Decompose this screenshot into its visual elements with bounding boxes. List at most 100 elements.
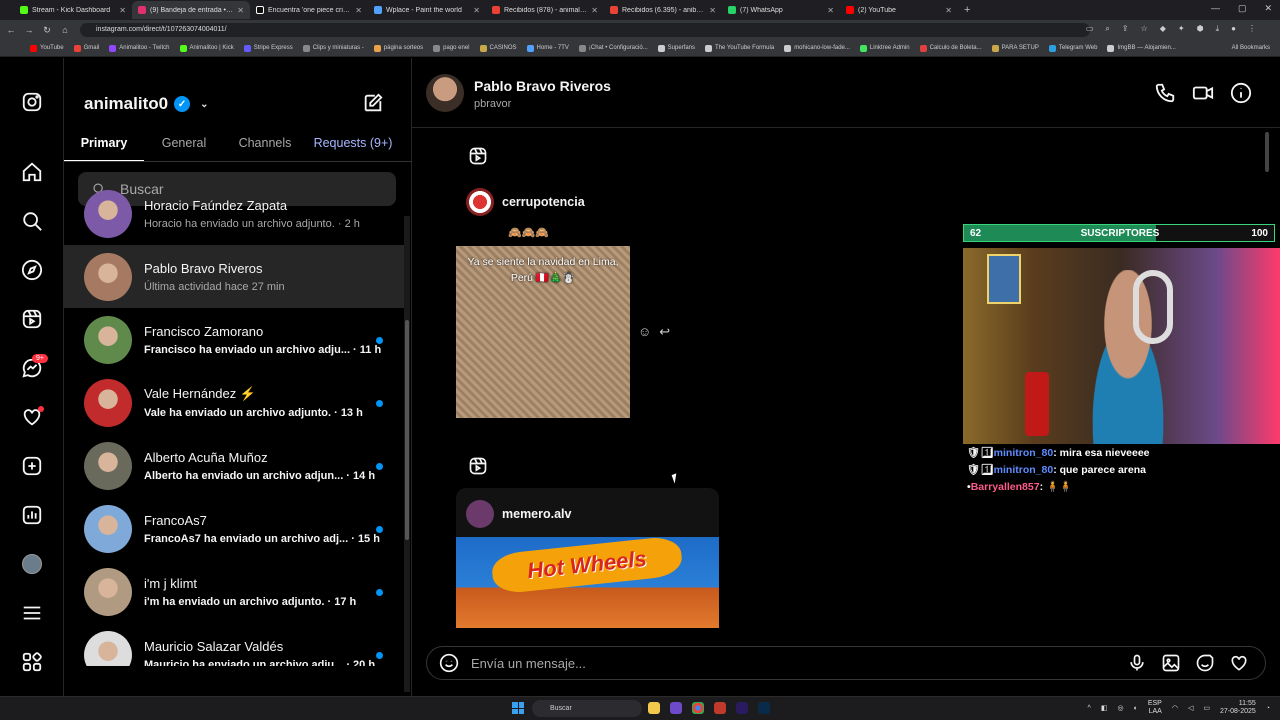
bookmark-item[interactable]: Telegram Web — [1048, 44, 1097, 52]
conversation-info-icon[interactable] — [1230, 82, 1252, 104]
browser-tab[interactable]: Recibidos (6.395) - anibal.nano✕ — [604, 1, 722, 19]
file-explorer-icon[interactable] — [648, 702, 660, 714]
tray-icon[interactable]: ◐ — [1134, 705, 1138, 712]
tab-channels[interactable]: Channels — [224, 134, 306, 162]
all-bookmarks-button[interactable]: All Bookmarks — [1232, 45, 1270, 51]
extension-icon[interactable]: ⬢ — [1197, 24, 1204, 34]
bookmark-item[interactable]: Superfans — [657, 44, 695, 52]
cast-icon[interactable]: ▭ — [1086, 24, 1094, 34]
browser-tab[interactable]: Wplace - Paint the world ✕ — [368, 1, 486, 19]
bookmark-item[interactable]: ImgBB — Alojamien... — [1107, 44, 1176, 52]
tray-icon[interactable]: ◎ — [1117, 704, 1123, 712]
bookmark-item[interactable]: CASINOS — [479, 44, 517, 52]
bookmark-item[interactable]: Gmail — [73, 44, 99, 52]
bookmark-item[interactable]: página sorteos — [373, 44, 423, 52]
shared-reel-thumbnail[interactable]: Ya se siente la navidad en Lima, Perú 🇵🇪… — [456, 246, 630, 418]
thread-row[interactable]: Horacio Faúndez Zapata Horacio ha enviado… — [64, 182, 404, 245]
close-tab-icon[interactable]: ✕ — [473, 6, 480, 15]
scrollbar-thumb[interactable] — [1265, 132, 1269, 172]
bookmark-item[interactable]: Animalitoo - Twitch — [109, 44, 170, 52]
tab-requests[interactable]: Requests (9+) — [306, 134, 400, 162]
like-heart-icon[interactable] — [1229, 653, 1249, 673]
share-icon[interactable]: ⇪ — [1122, 24, 1129, 34]
tray-chevron-icon[interactable]: ^ — [1088, 705, 1091, 712]
explore-compass-icon[interactable] — [20, 258, 44, 282]
bookmark-item[interactable]: PARA SETUP — [991, 44, 1039, 52]
chrome-icon[interactable] — [692, 702, 704, 714]
browser-tab-active[interactable]: (9) Bandeja de entrada • Chats✕ — [132, 1, 250, 19]
instagram-logo-icon[interactable] — [20, 90, 44, 114]
clock[interactable]: 11:55 27-08-2025 — [1220, 700, 1256, 716]
thread-row[interactable]: i'm j klimt i'm ha enviado un archivo adj… — [64, 560, 404, 623]
bookmark-item[interactable]: pago enel — [433, 44, 470, 52]
more-menu-icon[interactable] — [20, 601, 44, 625]
reload-icon[interactable]: ↻ — [40, 25, 54, 36]
start-button-icon[interactable] — [512, 702, 524, 714]
also-from-meta-icon[interactable] — [20, 650, 44, 674]
bookmark-item[interactable]: Stripe Express — [243, 44, 293, 52]
shared-reel-thumbnail[interactable]: Hot Wheels — [456, 535, 719, 628]
bookmark-item[interactable]: ¡Chat • Configuració... — [578, 44, 648, 52]
browser-tab[interactable]: Encuentra 'one piece cringe' en✕ — [250, 1, 368, 19]
browser-tab[interactable]: (2) YouTube ✕ — [840, 1, 958, 19]
video-call-icon[interactable] — [1192, 82, 1214, 104]
bookmark-item[interactable]: Calculo de Boleta... — [919, 44, 982, 52]
contact-avatar[interactable] — [426, 74, 464, 112]
extension-icon[interactable]: ◆ — [1160, 24, 1166, 34]
premiere-icon[interactable] — [736, 702, 748, 714]
minimize-icon[interactable]: — — [1211, 3, 1220, 14]
maximize-icon[interactable]: ▢ — [1238, 3, 1247, 14]
new-tab-button[interactable]: + — [964, 4, 970, 16]
message-input[interactable]: Envía un mensaje... — [426, 646, 1266, 680]
taskbar-search[interactable]: Buscar — [532, 700, 642, 717]
tab-general[interactable]: General — [144, 134, 224, 162]
create-plus-icon[interactable] — [20, 454, 44, 478]
bookmark-item[interactable]: The YouTube Formula — [705, 44, 774, 52]
forward-icon[interactable]: → — [22, 25, 36, 35]
reply-icon[interactable]: ↩ — [659, 324, 670, 340]
bookmark-star-icon[interactable]: ☆ — [1141, 24, 1148, 34]
photoshop-icon[interactable] — [758, 702, 770, 714]
close-tab-icon[interactable]: ✕ — [709, 6, 716, 15]
reels-icon[interactable] — [20, 307, 44, 331]
shared-reel-card[interactable]: memero.alv Hot Wheels — [456, 488, 719, 628]
browser-tab[interactable]: (7) WhatsApp ✕ — [722, 1, 840, 19]
bookmark-item[interactable]: Home - 7TV — [526, 44, 569, 52]
voice-message-icon[interactable] — [1127, 653, 1147, 673]
close-tab-icon[interactable]: ✕ — [119, 6, 126, 15]
zoom-icon[interactable]: ⌕ — [1105, 24, 1109, 34]
thread-row[interactable]: Mauricio Salazar Valdés Mauricio ha envia… — [64, 623, 404, 666]
thread-row[interactable]: Alberto Acuña Muñoz Alberto ha enviado un… — [64, 434, 404, 497]
app-icon[interactable] — [670, 702, 682, 714]
tray-icon[interactable]: ◧ — [1101, 704, 1108, 712]
close-tab-icon[interactable]: ✕ — [827, 6, 834, 15]
close-tab-icon[interactable]: ✕ — [591, 6, 598, 15]
extension-icon[interactable]: ✦ — [1178, 24, 1185, 34]
shared-post-author[interactable]: memero.alv — [466, 500, 571, 528]
volume-icon[interactable]: ◁ — [1188, 704, 1193, 712]
home-icon[interactable] — [20, 160, 44, 184]
downloads-icon[interactable]: ⤓ — [1216, 24, 1220, 34]
bookmark-item[interactable]: Animalitoo | Kick — [179, 44, 234, 52]
browser-tab[interactable]: Stream - Kick Dashboard ✕ — [14, 1, 132, 19]
search-icon[interactable] — [20, 209, 44, 233]
dashboard-chart-icon[interactable] — [20, 503, 44, 527]
battery-icon[interactable]: ▭ — [1203, 704, 1210, 712]
menu-kebab-icon[interactable]: ⋮ — [1248, 24, 1256, 34]
new-message-compose-icon[interactable] — [362, 92, 386, 116]
profile-icon[interactable]: ● — [1231, 24, 1236, 34]
thread-row[interactable]: FrancoAs7 FrancoAs7 ha enviado un archivo… — [64, 497, 404, 560]
account-switcher[interactable]: animalito0 ✓ ⌄ — [84, 94, 208, 114]
wifi-icon[interactable]: ◠ — [1172, 704, 1178, 712]
close-tab-icon[interactable]: ✕ — [355, 6, 362, 15]
thread-row[interactable]: Vale Hernández ⚡ Vale ha enviado un archi… — [64, 371, 404, 434]
notifications-bell-icon[interactable]: ◔ — [1266, 705, 1270, 712]
react-emoji-icon[interactable]: ☺ — [638, 324, 651, 340]
back-icon[interactable]: ← — [4, 25, 18, 35]
language-indicator[interactable]: ESP LAA — [1148, 700, 1162, 716]
app-icon[interactable] — [714, 702, 726, 714]
emoji-picker-icon[interactable] — [439, 653, 459, 673]
profile-avatar[interactable] — [22, 554, 42, 574]
url-field[interactable]: instagram.com/direct/t/107263074004011/ — [80, 23, 1090, 37]
close-tab-icon[interactable]: ✕ — [945, 6, 952, 15]
